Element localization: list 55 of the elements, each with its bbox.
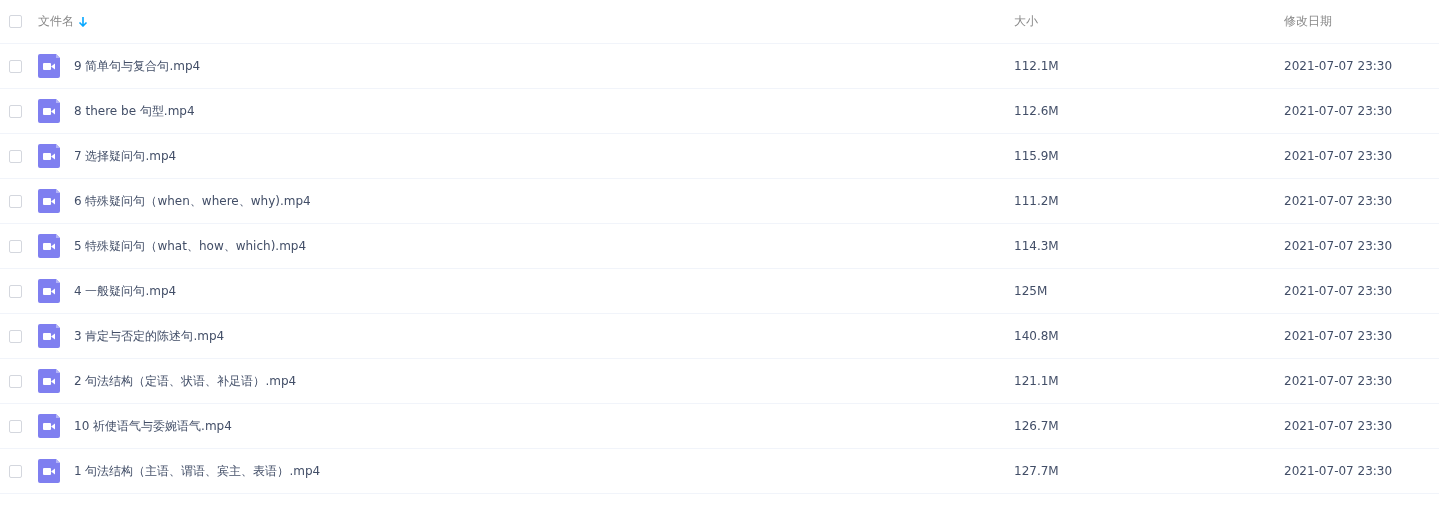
column-header[interactable]: 文件名	[38, 13, 74, 30]
file-size: 126.7M	[1014, 419, 1059, 433]
video-file-icon	[38, 189, 60, 213]
file-size: 111.2M	[1014, 194, 1059, 208]
modified-date: 2021-07-07 23:30	[1284, 374, 1393, 388]
column-header[interactable]: 修改日期	[1284, 13, 1332, 30]
modified-date: 2021-07-07 23:30	[1284, 284, 1393, 298]
file-size: 125M	[1014, 284, 1048, 298]
video-file-icon	[38, 234, 60, 258]
modified-date: 2021-07-07 23:30	[1284, 239, 1393, 253]
file-name[interactable]: 4 一般疑问句.mp4	[74, 283, 177, 298]
file-name[interactable]: 10 祈使语气与委婉语气.mp4	[74, 418, 232, 433]
video-file-icon	[38, 369, 60, 393]
video-file-icon	[38, 459, 60, 483]
modified-date: 2021-07-07 23:30	[1284, 59, 1393, 73]
row-checkbox[interactable]	[9, 374, 22, 388]
modified-date: 2021-07-07 23:30	[1284, 104, 1393, 118]
row-checkbox[interactable]	[9, 284, 22, 298]
file-name[interactable]: 1 句法结构（主语、谓语、宾主、表语）.mp4	[74, 463, 321, 478]
row-checkbox[interactable]	[9, 464, 22, 478]
video-file-icon	[38, 144, 60, 168]
modified-date: 2021-07-07 23:30	[1284, 194, 1393, 208]
modified-date: 2021-07-07 23:30	[1284, 419, 1393, 433]
file-size: 140.8M	[1014, 329, 1059, 343]
modified-date: 2021-07-07 23:30	[1284, 464, 1393, 478]
file-name[interactable]: 9 简单句与复合句.mp4	[74, 58, 201, 73]
row-checkbox[interactable]	[9, 419, 22, 433]
row-checkbox[interactable]	[9, 149, 22, 163]
video-file-icon	[38, 99, 60, 123]
row-checkbox[interactable]	[9, 59, 22, 73]
video-file-icon	[38, 54, 60, 78]
file-name[interactable]: 3 肯定与否定的陈述句.mp4	[74, 328, 225, 343]
sort-arrow-icon[interactable]	[78, 16, 88, 27]
file-size: 115.9M	[1014, 149, 1059, 163]
file-name[interactable]: 8 there be 句型.mp4	[74, 103, 195, 118]
row-checkbox[interactable]	[9, 194, 22, 208]
select-all-checkbox[interactable]	[9, 15, 22, 28]
modified-date: 2021-07-07 23:30	[1284, 329, 1393, 343]
row-checkbox[interactable]	[9, 239, 22, 253]
file-name[interactable]: 6 特殊疑问句（when、where、why).mp4	[74, 193, 311, 208]
row-checkbox[interactable]	[9, 329, 22, 343]
file-name[interactable]: 7 选择疑问句.mp4	[74, 148, 177, 163]
file-name[interactable]: 2 句法结构（定语、状语、补足语）.mp4	[74, 373, 297, 388]
file-size: 121.1M	[1014, 374, 1059, 388]
file-size: 112.6M	[1014, 104, 1059, 118]
column-header[interactable]: 大小	[1014, 13, 1038, 30]
file-size: 114.3M	[1014, 239, 1059, 253]
video-file-icon	[38, 324, 60, 348]
modified-date: 2021-07-07 23:30	[1284, 149, 1393, 163]
file-size: 112.1M	[1014, 59, 1059, 73]
video-file-icon	[38, 414, 60, 438]
file-name[interactable]: 5 特殊疑问句（what、how、which).mp4	[74, 238, 307, 253]
file-size: 127.7M	[1014, 464, 1059, 478]
video-file-icon	[38, 279, 60, 303]
row-checkbox[interactable]	[9, 104, 22, 118]
